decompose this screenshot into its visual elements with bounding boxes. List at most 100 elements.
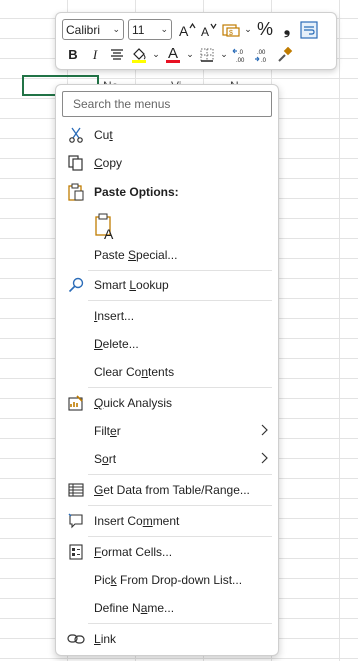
align-center-icon (111, 48, 123, 60)
menu-separator (88, 270, 272, 271)
menu-item-cut[interactable]: Cut (56, 122, 278, 148)
fill-color-swatch (132, 60, 146, 63)
menu-separator (88, 505, 272, 506)
increase-font-size-button[interactable]: A (176, 19, 198, 40)
menu-item-label: Get Data from Table/Range... (94, 483, 250, 497)
context-menu: Cut Copy Paste Options: A Paste Special.… (55, 84, 279, 656)
font-color-swatch (166, 60, 180, 63)
menu-item-label: Paste Special... (94, 248, 178, 262)
italic-button[interactable]: I (84, 44, 106, 65)
svg-text:A: A (179, 23, 189, 38)
increase-decimal-button[interactable]: .0.00 (230, 44, 252, 65)
menu-item-label: Clear Contents (94, 365, 175, 379)
accounting-format-icon: $ (222, 23, 240, 37)
svg-text:$: $ (229, 30, 233, 37)
fill-color-button[interactable] (128, 44, 150, 65)
search-input[interactable] (63, 92, 271, 116)
quick-analysis-icon (66, 393, 86, 413)
wrap-text-icon (300, 20, 318, 39)
format-painter-icon (278, 46, 293, 62)
chevron-down-icon[interactable]: ⌄ (150, 44, 162, 65)
svg-text:.0: .0 (261, 58, 267, 63)
chevron-down-icon[interactable]: ⌄ (218, 44, 230, 65)
menu-item-insert[interactable]: Insert... (56, 303, 278, 329)
decrease-decimal-icon: .00.0 (255, 50, 267, 63)
table-icon (66, 480, 86, 500)
menu-item-label: Copy (94, 156, 123, 170)
accounting-format-button[interactable]: $ (220, 19, 242, 40)
paste-options-heading: Paste Options: (94, 185, 179, 199)
chevron-right-icon (260, 452, 268, 467)
menu-item-label: Insert Comment (94, 514, 180, 528)
clipboard-icon (66, 182, 86, 202)
menu-item-format-cells[interactable]: Format Cells... (56, 539, 278, 565)
comma-style-button[interactable]: ❟ (276, 19, 298, 40)
chevron-down-icon[interactable]: ⌄ (242, 19, 254, 40)
decrease-font-icon: A (201, 23, 217, 38)
format-painter-button[interactable] (274, 44, 296, 65)
menu-item-label: Delete... (94, 337, 139, 351)
mini-toolbar: Calibri ⌄ 11 ⌄ A A $ ⌄ % ❟ B I ⌄ A ⌄ ⌄ .… (55, 12, 337, 70)
menu-item-copy[interactable]: Copy (56, 150, 278, 176)
svg-text:.00: .00 (257, 50, 266, 56)
menu-item-filter[interactable]: Filter (56, 418, 278, 444)
font-name-dropdown[interactable]: Calibri ⌄ (62, 19, 124, 40)
menu-item-smart-lookup[interactable]: Smart Lookup (56, 272, 278, 298)
menu-item-pick-from-list[interactable]: Pick From Drop-down List... (56, 567, 278, 593)
menu-separator (88, 387, 272, 388)
percent-style-button[interactable]: % (254, 19, 276, 40)
menu-item-label: Define Name... (94, 601, 175, 615)
increase-decimal-icon: .0.00 (232, 48, 245, 63)
menu-item-label: Quick Analysis (94, 396, 173, 410)
menu-item-link[interactable]: Link (56, 626, 278, 652)
svg-text:A: A (104, 226, 114, 241)
chevron-down-icon: ⌄ (160, 24, 168, 34)
align-center-button[interactable] (106, 44, 128, 65)
scissors-icon (66, 125, 86, 145)
increase-font-icon: A (179, 22, 196, 38)
menu-separator (88, 474, 272, 475)
menu-item-label: Pick From Drop-down List... (94, 573, 243, 587)
menu-item-delete[interactable]: Delete... (56, 331, 278, 357)
bold-button[interactable]: B (62, 44, 84, 65)
font-color-button[interactable]: A (162, 44, 184, 65)
paste-text-only-button[interactable]: A (94, 213, 118, 242)
menu-item-label: Insert... (94, 309, 135, 323)
menu-item-label: Sort (94, 452, 117, 466)
font-name-value: Calibri (66, 22, 101, 37)
menu-search-box[interactable] (62, 91, 272, 117)
paste-text-only-icon: A (95, 213, 114, 242)
chevron-right-icon (260, 424, 268, 439)
menu-item-label: Link (94, 632, 117, 646)
menu-item-label: Cut (94, 128, 113, 142)
menu-separator (88, 623, 272, 624)
svg-text:A: A (201, 25, 209, 38)
menu-item-define-name[interactable]: Define Name... (56, 595, 278, 621)
format-cells-icon (66, 542, 86, 562)
menu-item-paste-special[interactable]: Paste Special... (56, 242, 278, 268)
menu-item-get-data[interactable]: Get Data from Table/Range... (56, 477, 278, 503)
menu-item-quick-analysis[interactable]: Quick Analysis (56, 390, 278, 416)
comment-icon (66, 511, 86, 531)
link-icon (66, 629, 86, 649)
magnifier-icon (66, 275, 86, 295)
menu-separator (88, 536, 272, 537)
menu-item-label: Smart Lookup (94, 278, 169, 292)
decrease-decimal-button[interactable]: .00.0 (252, 44, 274, 65)
chevron-down-icon[interactable]: ⌄ (184, 44, 196, 65)
copy-icon (66, 153, 86, 173)
menu-item-sort[interactable]: Sort (56, 446, 278, 472)
menu-item-label: Format Cells... (94, 545, 173, 559)
menu-item-clear-contents[interactable]: Clear Contents (56, 359, 278, 385)
font-size-value: 11 (132, 22, 145, 37)
decrease-font-size-button[interactable]: A (198, 19, 220, 40)
svg-text:.00: .00 (236, 58, 245, 63)
svg-text:.0: .0 (238, 50, 244, 56)
borders-icon (200, 48, 214, 62)
font-size-dropdown[interactable]: 11 ⌄ (128, 19, 172, 40)
menu-item-insert-comment[interactable]: Insert Comment (56, 508, 278, 534)
font-color-letter: A (167, 44, 178, 62)
wrap-text-button[interactable] (298, 19, 320, 40)
menu-separator (88, 300, 272, 301)
borders-button[interactable] (196, 44, 218, 65)
